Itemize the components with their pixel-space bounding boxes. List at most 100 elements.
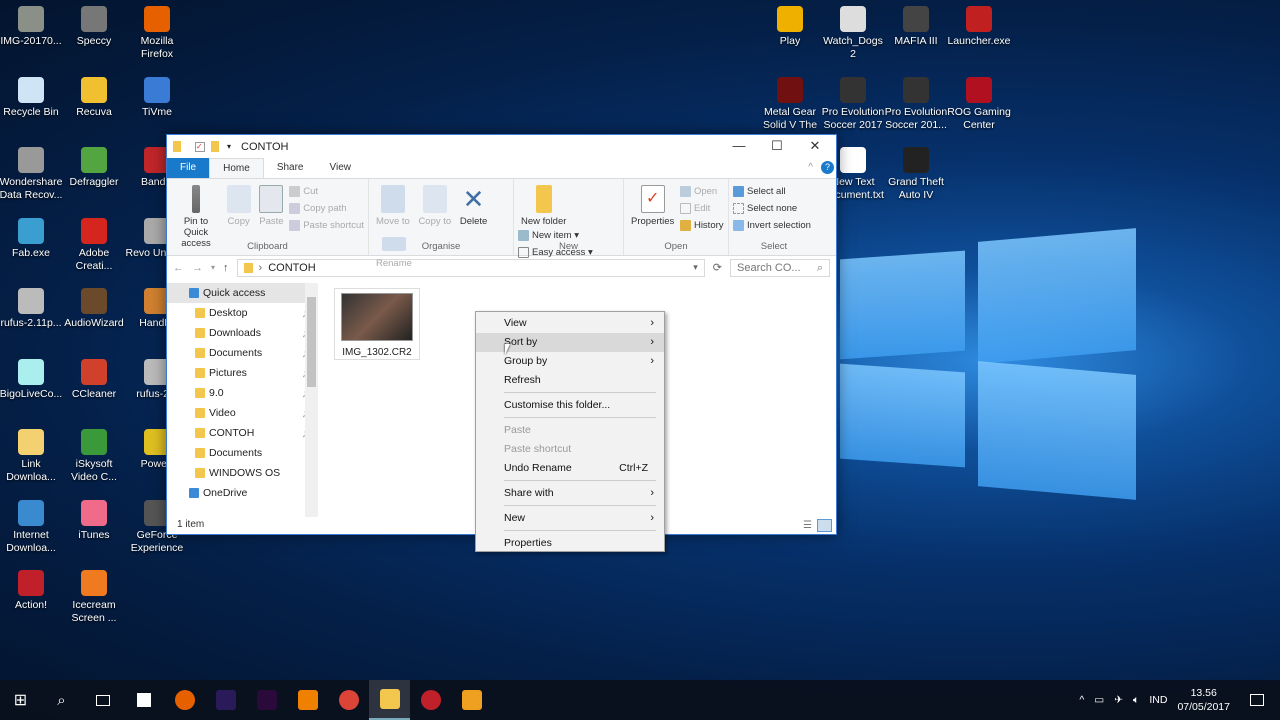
recent-dropdown-icon[interactable]: ▾ — [211, 263, 215, 272]
taskbar-after-effects[interactable] — [205, 680, 246, 720]
action-center-icon[interactable] — [1250, 694, 1264, 706]
copy-button[interactable]: Copy — [224, 183, 254, 227]
desktop-icon[interactable]: Wondershare Data Recov... — [0, 147, 63, 202]
desktop-icon[interactable]: Recycle Bin — [0, 76, 63, 119]
menu-item[interactable]: View › — [476, 314, 664, 333]
search-input[interactable]: Search CO... ⌕ — [730, 258, 830, 277]
nav-item[interactable]: Downloads📌︎ — [167, 323, 317, 343]
paste-shortcut-button[interactable]: Paste shortcut — [289, 217, 364, 234]
nav-item[interactable]: Pictures📌︎ — [167, 363, 317, 383]
taskbar-record[interactable] — [410, 680, 451, 720]
desktop-icon[interactable]: rufus-2.11p... — [0, 288, 63, 330]
desktop-icon[interactable]: Speccy — [62, 6, 126, 48]
desktop-icon[interactable]: MAFIA III — [884, 6, 948, 48]
maximize-button[interactable]: ☐ — [758, 135, 796, 157]
taskbar-file-explorer[interactable] — [369, 680, 410, 720]
menu-item[interactable]: Undo Rename Ctrl+Z — [476, 459, 664, 478]
nav-item[interactable]: Quick access — [167, 283, 317, 303]
desktop-icon[interactable]: Grand Theft Auto IV — [884, 147, 948, 202]
paste-button[interactable]: Paste — [256, 183, 286, 227]
taskbar-chrome[interactable] — [328, 680, 369, 720]
nav-scrollbar[interactable] — [305, 283, 318, 517]
large-icons-view-icon[interactable] — [817, 519, 832, 532]
qat-dropdown-icon[interactable]: ▾ — [227, 142, 231, 151]
new-folder-button[interactable]: New folder — [518, 183, 569, 227]
tab-view[interactable]: View — [317, 158, 365, 178]
nav-item[interactable]: 9.0📌︎ — [167, 383, 317, 403]
taskbar-vlc[interactable] — [287, 680, 328, 720]
taskbar-app[interactable] — [451, 680, 492, 720]
desktop-icon[interactable]: ROG Gaming Center — [947, 76, 1011, 132]
desktop-icon[interactable]: Defraggler — [62, 147, 126, 189]
open-button[interactable]: Open — [679, 183, 724, 200]
nav-item[interactable]: WINDOWS OS — [167, 463, 317, 483]
desktop-icon[interactable]: Play — [758, 6, 822, 48]
close-button[interactable]: ✕ — [796, 135, 834, 157]
invert-selection-button[interactable]: Invert selection — [733, 217, 815, 234]
task-view-button[interactable] — [82, 680, 123, 720]
delete-button[interactable]: ✕ Delete — [457, 183, 490, 227]
nav-item[interactable]: Desktop📌︎ — [167, 303, 317, 323]
minimize-button[interactable]: — — [720, 135, 758, 157]
history-button[interactable]: History — [679, 217, 724, 234]
desktop-icon[interactable]: iSkysoft Video C... — [62, 429, 126, 484]
airplane-mode-icon[interactable]: ✈ — [1114, 694, 1123, 706]
desktop-icon[interactable]: Pro Evolution Soccer 2017 — [821, 76, 885, 132]
desktop-icon[interactable]: Adobe Creati... — [62, 217, 126, 273]
desktop-icon[interactable]: CCleaner — [62, 358, 126, 401]
copy-to-button[interactable]: Copy to — [415, 183, 454, 227]
battery-icon[interactable]: ▭ — [1094, 694, 1104, 706]
copy-path-button[interactable]: Copy path — [289, 200, 364, 217]
clock[interactable]: 13.56 07/05/2017 — [1177, 686, 1230, 714]
cut-button[interactable]: Cut — [289, 183, 364, 200]
volume-icon[interactable]: 🔈︎ — [1133, 694, 1139, 707]
nav-item[interactable]: CONTOH📌︎ — [167, 423, 317, 443]
start-button[interactable]: ⊞ — [0, 680, 41, 720]
pin-to-quick-access-button[interactable]: Pin to Quick access — [171, 183, 221, 249]
address-bar[interactable]: › CONTOH ▾ — [236, 258, 705, 277]
desktop-icon[interactable]: BigoLiveCo... — [0, 358, 63, 401]
help-icon[interactable]: ? — [821, 161, 834, 174]
input-language[interactable]: IND — [1149, 694, 1167, 706]
desktop-icon[interactable]: Pro Evolution Soccer 201... — [884, 76, 948, 132]
breadcrumb-contoh[interactable]: CONTOH — [268, 262, 315, 274]
desktop-icon[interactable]: Launcher.exe — [947, 6, 1011, 48]
desktop-icon[interactable]: Link Downloa... — [0, 429, 63, 484]
desktop-icon[interactable]: Watch_Dogs 2 — [821, 6, 885, 61]
nav-item[interactable]: Video📌︎ — [167, 403, 317, 423]
refresh-icon[interactable]: ⟳ — [713, 261, 722, 274]
desktop-icon[interactable]: Mozilla Firefox — [125, 6, 189, 61]
forward-icon[interactable]: → — [192, 262, 203, 274]
desktop-icon[interactable]: Internet Downloa... — [0, 499, 63, 555]
select-all-button[interactable]: Select all — [733, 183, 815, 200]
desktop-icon[interactable]: TiVme — [125, 76, 189, 119]
move-to-button[interactable]: Move to — [373, 183, 413, 227]
menu-item[interactable]: Refresh — [476, 371, 664, 390]
menu-item[interactable]: Customise this folder... — [476, 396, 664, 415]
desktop-icon[interactable]: Action! — [0, 570, 63, 612]
menu-item[interactable]: New › — [476, 509, 664, 528]
taskbar-firefox[interactable] — [164, 680, 205, 720]
file-item[interactable]: IMG_1302.CR2 — [334, 288, 420, 360]
desktop-icon[interactable]: Icecream Screen ... — [62, 570, 126, 625]
desktop-icon[interactable]: iTunes — [62, 499, 126, 542]
desktop-icon[interactable]: Fab.exe — [0, 217, 63, 260]
properties-button[interactable]: ✓ Properties — [628, 183, 677, 227]
menu-item[interactable]: Paste shortcut — [476, 440, 664, 459]
address-dropdown-icon[interactable]: ▾ — [693, 262, 698, 273]
taskbar-premiere[interactable] — [246, 680, 287, 720]
back-icon[interactable]: ← — [173, 262, 184, 274]
tab-home[interactable]: Home — [209, 158, 264, 178]
select-none-button[interactable]: Select none — [733, 200, 815, 217]
menu-item[interactable]: Share with › — [476, 484, 664, 503]
menu-item[interactable]: Properties — [476, 534, 664, 553]
show-hidden-icons[interactable]: ^ — [1079, 694, 1084, 706]
desktop-icon[interactable]: Recuva — [62, 76, 126, 119]
tab-file[interactable]: File — [167, 158, 210, 178]
details-view-icon[interactable]: ☰ — [803, 520, 812, 531]
tab-share[interactable]: Share — [264, 158, 317, 178]
up-icon[interactable]: ↑ — [223, 262, 229, 274]
collapse-ribbon-icon[interactable]: ^ — [808, 158, 813, 178]
nav-item[interactable]: Documents📌︎ — [167, 343, 317, 363]
new-folder-qat-icon[interactable] — [211, 141, 219, 152]
